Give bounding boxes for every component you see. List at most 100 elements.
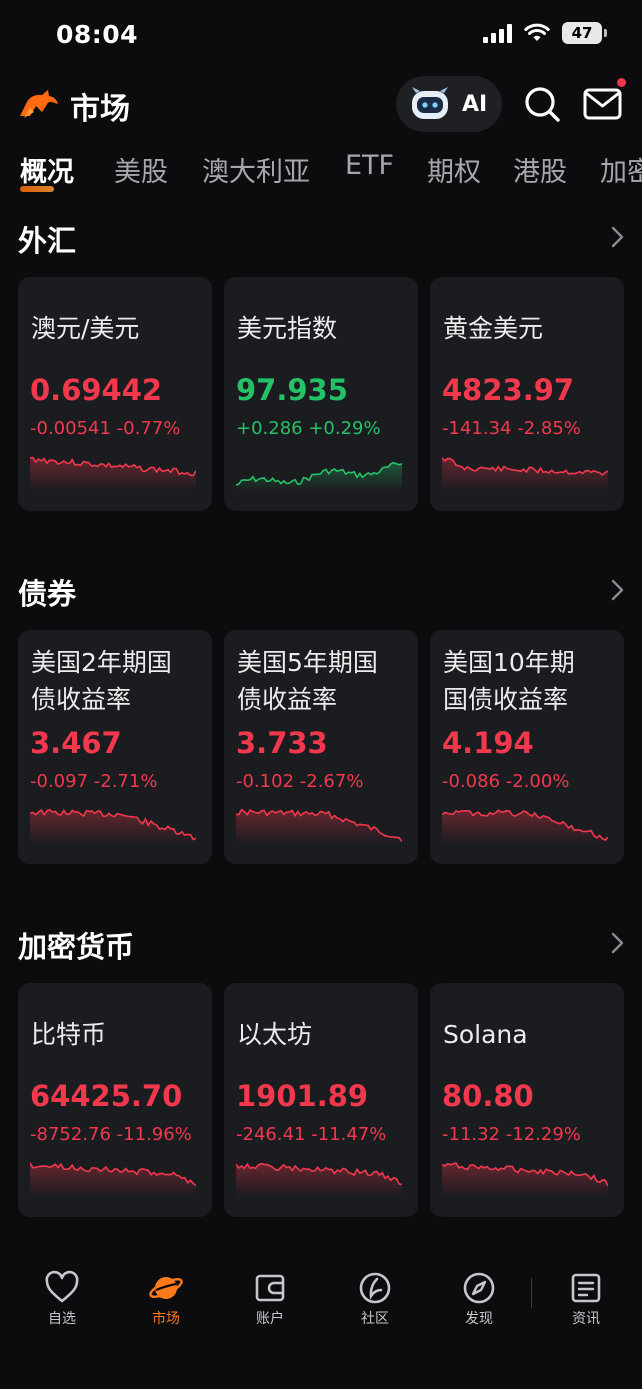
planet-icon: [149, 1277, 183, 1299]
card-name: 以太坊: [237, 1020, 313, 1049]
card-name-line2: 债收益率: [31, 685, 132, 714]
card-price: 3.733: [236, 726, 328, 760]
card-change: -0.00541 -0.77%: [30, 418, 181, 439]
card-price: 0.69442: [30, 373, 163, 407]
wifi-icon: [524, 23, 550, 41]
tab-crypto[interactable]: 加密: [600, 150, 642, 189]
sparkline-area: [30, 1162, 196, 1197]
nav-news[interactable]: 资讯: [546, 1270, 626, 1328]
card-name-line2: 债收益率: [237, 685, 338, 714]
tab-etf[interactable]: ETF: [345, 150, 394, 181]
nav-watchlist[interactable]: 自选: [22, 1270, 102, 1328]
sparkline-area: [442, 457, 608, 491]
heart-icon: [45, 1270, 79, 1303]
wallet-icon: [255, 1274, 285, 1302]
nav-label: 发现: [465, 1311, 493, 1327]
card-name: Solana: [443, 1020, 528, 1049]
sparkline-area: [30, 457, 196, 491]
card-price: 3.467: [30, 726, 122, 760]
sparkline: [30, 808, 196, 844]
card-name: 美国5年期国: [237, 648, 378, 677]
card-change: -0.097 -2.71%: [30, 771, 158, 792]
nav-label: 账户: [256, 1311, 284, 1327]
tab-australia[interactable]: 澳大利亚: [202, 150, 310, 189]
status-time: 08:04: [56, 20, 139, 49]
card-change: -0.102 -2.67%: [236, 771, 364, 792]
robot-icon: [412, 87, 448, 119]
sparkline-area: [236, 809, 402, 844]
section-title-forex: 外汇: [18, 224, 77, 258]
sparkline-area: [442, 1163, 608, 1197]
battery-icon: 47: [562, 22, 607, 44]
ai-assistant-button[interactable]: AI: [396, 76, 502, 132]
tab-options[interactable]: 期权: [427, 150, 481, 189]
quote-card-btc[interactable]: 比特币 64425.70 -8752.76 -11.96%: [18, 983, 212, 1217]
sparkline: [442, 809, 608, 844]
page-title: 市场: [70, 92, 130, 127]
quote-card-sol[interactable]: Solana 80.80 -11.32 -12.29%: [430, 983, 624, 1217]
sparkline: [442, 457, 608, 491]
nav-label: 社区: [361, 1311, 389, 1327]
chevron-right-icon[interactable]: [606, 930, 628, 956]
bull-logo-icon: [20, 90, 58, 118]
tab-us-stocks[interactable]: 美股: [114, 150, 168, 189]
card-price: 1901.89: [236, 1079, 369, 1113]
quote-card-dxy[interactable]: 美元指数 97.935 +0.286 +0.29%: [224, 277, 418, 511]
quote-card-us2y[interactable]: 美国2年期国 债收益率 3.467 -0.097 -2.71%: [18, 630, 212, 864]
sparkline-area: [236, 462, 402, 491]
community-icon: [359, 1272, 391, 1304]
sparkline: [442, 1162, 608, 1197]
card-name: 黄金美元: [443, 314, 544, 343]
quote-card-us5y[interactable]: 美国5年期国 债收益率 3.733 -0.102 -2.67%: [224, 630, 418, 864]
nav-account[interactable]: 账户: [230, 1270, 310, 1328]
search-icon[interactable]: [522, 84, 562, 124]
signal-icon: [483, 23, 512, 43]
quote-card-audusd[interactable]: 澳元/美元 0.69442 -0.00541 -0.77%: [18, 277, 212, 511]
card-price: 97.935: [236, 373, 348, 407]
status-bar: 08:04 47: [0, 0, 642, 70]
quote-card-us10y[interactable]: 美国10年期 国债收益率 4.194 -0.086 -2.00%: [430, 630, 624, 864]
card-price: 64425.70: [30, 1079, 183, 1113]
card-change: -141.34 -2.85%: [442, 418, 581, 439]
sparkline-area: [30, 809, 196, 844]
card-name-line2: 国债收益率: [443, 685, 569, 714]
header: 市场 AI: [0, 70, 642, 140]
nav-label: 资讯: [572, 1311, 600, 1327]
card-price: 80.80: [442, 1079, 534, 1113]
card-name: 美国2年期国: [31, 648, 172, 677]
mail-icon: [583, 88, 622, 120]
nav-market[interactable]: 市场: [126, 1270, 206, 1328]
quote-card-eth[interactable]: 以太坊 1901.89 -246.41 -11.47%: [224, 983, 418, 1217]
card-price: 4.194: [442, 726, 534, 760]
card-price: 4823.97: [442, 373, 575, 407]
status-icons: 47: [483, 22, 607, 44]
card-name: 澳元/美元: [31, 314, 140, 343]
card-change: -8752.76 -11.96%: [30, 1124, 192, 1145]
section-title-crypto: 加密货币: [18, 930, 135, 964]
notification-dot: [617, 78, 626, 87]
card-change: +0.286 +0.29%: [236, 418, 381, 439]
card-change: -0.086 -2.00%: [442, 771, 570, 792]
mail-button[interactable]: [582, 78, 626, 124]
card-name: 美国10年期: [443, 648, 575, 677]
ai-label: AI: [462, 91, 488, 117]
card-change: -246.41 -11.47%: [236, 1124, 387, 1145]
sparkline: [236, 461, 402, 491]
nav-divider: [531, 1278, 532, 1308]
nav-community[interactable]: 社区: [335, 1270, 415, 1328]
sparkline-area: [442, 810, 608, 844]
sparkline: [236, 1162, 402, 1197]
quote-card-xauusd[interactable]: 黄金美元 4823.97 -141.34 -2.85%: [430, 277, 624, 511]
nav-label: 市场: [152, 1311, 180, 1327]
tab-overview[interactable]: 概况: [20, 150, 74, 189]
tab-hk-stocks[interactable]: 港股: [513, 150, 567, 189]
chevron-right-icon[interactable]: [606, 577, 628, 603]
section-title-bonds: 债券: [18, 577, 77, 611]
chevron-right-icon[interactable]: [606, 224, 628, 250]
nav-label: 自选: [48, 1311, 76, 1327]
sparkline: [236, 808, 402, 844]
card-name: 比特币: [31, 1020, 107, 1049]
card-change: -11.32 -12.29%: [442, 1124, 581, 1145]
bottom-nav: 自选 市场 账户 社区 发现 资讯: [0, 1260, 642, 1340]
nav-discover[interactable]: 发现: [439, 1270, 519, 1328]
